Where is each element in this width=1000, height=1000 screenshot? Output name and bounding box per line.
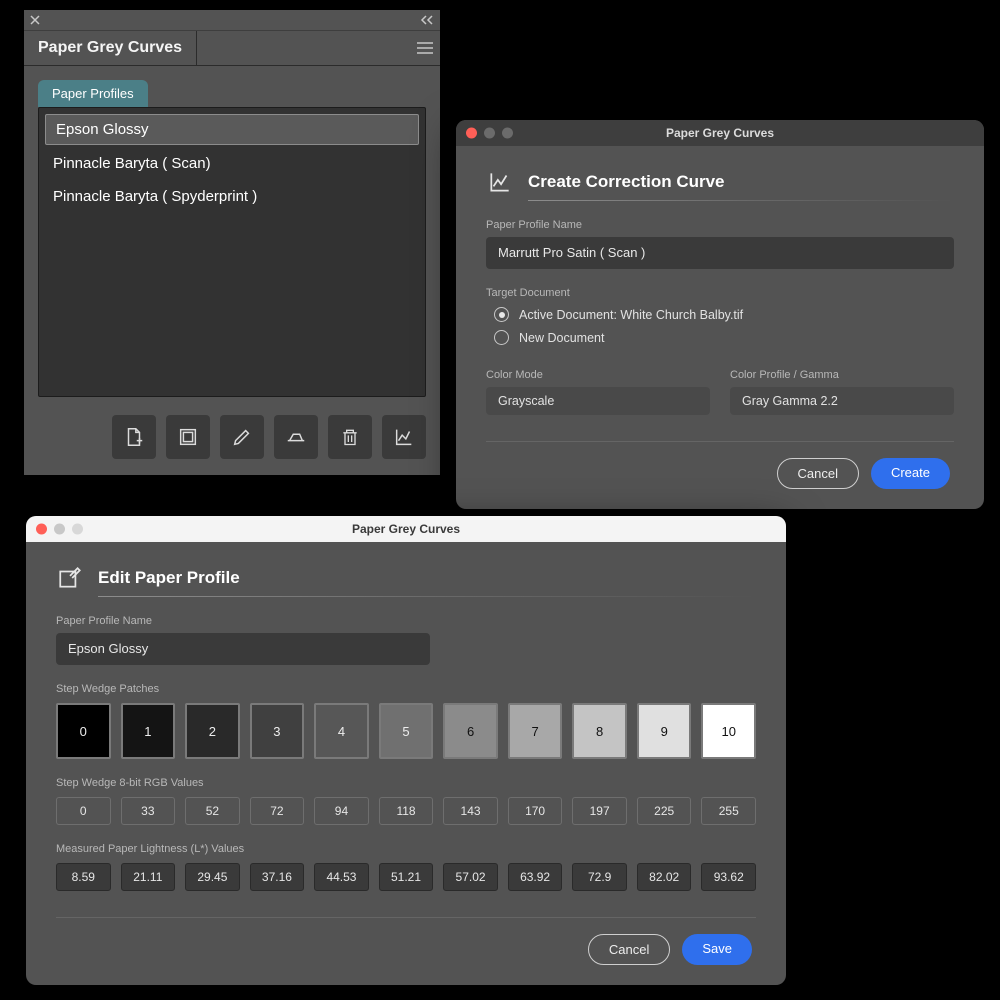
step-wedge-patch[interactable]: 9 [637,703,692,759]
create-correction-curve-dialog: Paper Grey Curves Create Correction Curv… [456,120,984,509]
minimize-button [54,524,65,535]
rgb-value-cell[interactable]: 94 [314,797,369,825]
dialog-title: Paper Grey Curves [666,126,774,140]
profiles-panel: Paper Grey Curves Paper Profiles Epson G… [24,10,440,475]
tab-paper-profiles[interactable]: Paper Profiles [38,80,148,107]
color-mode-label: Color Mode [486,369,710,381]
dialog-title: Paper Grey Curves [352,522,460,536]
lstar-value-cell[interactable]: 63.92 [508,863,563,891]
step-wedge-patch[interactable]: 5 [379,703,434,759]
rgb-value-cell[interactable]: 33 [121,797,176,825]
radio-icon [494,307,509,322]
step-wedge-patch[interactable]: 10 [701,703,756,759]
step-wedge-patch[interactable]: 4 [314,703,369,759]
profile-list: Epson Glossy Pinnacle Baryta ( Scan) Pin… [38,107,426,397]
profile-item[interactable]: Pinnacle Baryta ( Scan) [39,147,425,180]
dialog-heading: Create Correction Curve [486,168,954,196]
panel-title: Paper Grey Curves [24,31,197,65]
chart-button[interactable] [382,415,426,459]
step-wedge-patch[interactable]: 7 [508,703,563,759]
scan-button[interactable] [274,415,318,459]
save-button[interactable]: Save [682,934,752,965]
lstar-value-cell[interactable]: 57.02 [443,863,498,891]
step-wedge-patch[interactable]: 0 [56,703,111,759]
rgb-value-cell[interactable]: 197 [572,797,627,825]
patches-label: Step Wedge Patches [56,683,756,695]
dialog-titlebar: Paper Grey Curves [456,120,984,146]
create-button[interactable]: Create [871,458,950,489]
lstar-value-cell[interactable]: 8.59 [56,863,111,891]
step-wedge-patch[interactable]: 2 [185,703,240,759]
rgb-value-cell[interactable]: 170 [508,797,563,825]
rgb-values-label: Step Wedge 8-bit RGB Values [56,777,756,789]
profile-item[interactable]: Pinnacle Baryta ( Spyderprint ) [39,180,425,213]
rgb-value-cell[interactable]: 0 [56,797,111,825]
cancel-button[interactable]: Cancel [777,458,859,489]
collapse-icon[interactable] [420,15,434,25]
close-button[interactable] [36,524,47,535]
minimize-button [484,128,495,139]
panel-chrome [24,10,440,31]
zoom-button [72,524,83,535]
rgb-row: 0 33 52 72 94 118 143 170 197 225 255 [56,797,756,825]
cancel-button[interactable]: Cancel [588,934,670,965]
zoom-button [502,128,513,139]
step-wedge-patch[interactable]: 1 [121,703,176,759]
rgb-value-cell[interactable]: 72 [250,797,305,825]
radio-active-document[interactable]: Active Document: White Church Balby.tif [494,307,954,322]
dialog-heading-text: Edit Paper Profile [98,568,240,588]
color-mode-select[interactable]: Grayscale [486,387,710,415]
color-profile-label: Color Profile / Gamma [730,369,954,381]
lstar-values-label: Measured Paper Lightness (L*) Values [56,843,756,855]
lstar-row: 8.59 21.11 29.45 37.16 44.53 51.21 57.02 63.92 7… [56,863,756,891]
step-wedge-patch[interactable]: 8 [572,703,627,759]
lstar-value-cell[interactable]: 51.21 [379,863,434,891]
dialog-heading: Edit Paper Profile [56,564,756,592]
chart-icon [486,168,514,196]
profile-name-label: Paper Profile Name [56,615,756,627]
delete-button[interactable] [328,415,372,459]
lstar-value-cell[interactable]: 93.62 [701,863,756,891]
target-document-label: Target Document [486,287,954,299]
close-icon[interactable] [30,15,40,25]
rgb-value-cell[interactable]: 255 [701,797,756,825]
lstar-value-cell[interactable]: 82.02 [637,863,692,891]
rgb-value-cell[interactable]: 143 [443,797,498,825]
radio-icon [494,330,509,345]
lstar-value-cell[interactable]: 44.53 [314,863,369,891]
profile-name-input[interactable]: Epson Glossy [56,633,430,665]
close-button[interactable] [466,128,477,139]
dialog-heading-text: Create Correction Curve [528,172,725,192]
radio-new-document[interactable]: New Document [494,330,954,345]
rgb-value-cell[interactable]: 52 [185,797,240,825]
panel-toolbar [24,405,440,475]
preview-button[interactable] [166,415,210,459]
profile-item[interactable]: Epson Glossy [45,114,419,145]
step-wedge-patch[interactable]: 6 [443,703,498,759]
rgb-value-cell[interactable]: 225 [637,797,692,825]
edit-icon [56,564,84,592]
radio-label: New Document [519,331,604,345]
profile-name-label: Paper Profile Name [486,219,954,231]
patch-row: 012345678910 [56,703,756,759]
profile-name-input[interactable]: Marrutt Pro Satin ( Scan ) [486,237,954,269]
panel-menu-button[interactable] [410,31,440,65]
dialog-titlebar: Paper Grey Curves [26,516,786,542]
lstar-value-cell[interactable]: 72.9 [572,863,627,891]
rgb-value-cell[interactable]: 118 [379,797,434,825]
color-profile-select[interactable]: Gray Gamma 2.2 [730,387,954,415]
panel-titlebar: Paper Grey Curves [24,31,440,66]
lstar-value-cell[interactable]: 21.11 [121,863,176,891]
new-profile-button[interactable] [112,415,156,459]
lstar-value-cell[interactable]: 29.45 [185,863,240,891]
step-wedge-patch[interactable]: 3 [250,703,305,759]
lstar-value-cell[interactable]: 37.16 [250,863,305,891]
edit-button[interactable] [220,415,264,459]
edit-paper-profile-dialog: Paper Grey Curves Edit Paper Profile Pap… [26,516,786,985]
radio-label: Active Document: White Church Balby.tif [519,308,743,322]
